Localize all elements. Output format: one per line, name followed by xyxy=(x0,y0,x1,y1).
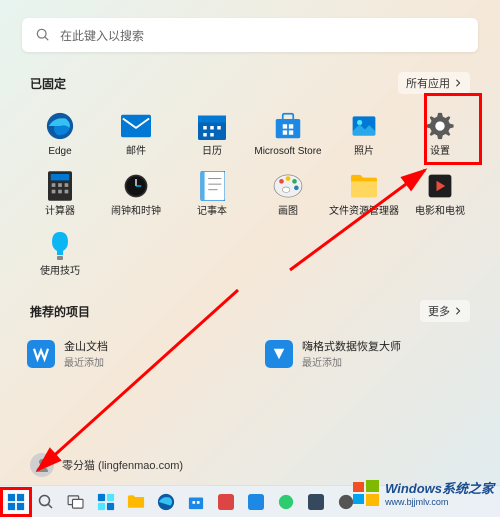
app-store[interactable]: Microsoft Store xyxy=(250,106,326,162)
mail-icon xyxy=(120,110,152,142)
calculator-icon xyxy=(44,170,76,202)
calendar-icon xyxy=(196,110,228,142)
taskbar-store[interactable] xyxy=(182,488,210,516)
taskbar-app2[interactable] xyxy=(242,488,270,516)
taskbar-taskview[interactable] xyxy=(62,488,90,516)
taskbar-app4[interactable] xyxy=(302,488,330,516)
movies-icon xyxy=(424,170,456,202)
taskbar-search[interactable] xyxy=(32,488,60,516)
recommended-item-2[interactable]: 嗨格式数据恢复大师 最近添加 xyxy=(260,334,478,373)
pinned-title: 已固定 xyxy=(30,75,66,92)
app-movies[interactable]: 电影和电视 xyxy=(402,166,478,222)
avatar-icon xyxy=(30,453,54,477)
app-calculator[interactable]: 计算器 xyxy=(22,166,98,222)
app-tips[interactable]: 使用技巧 xyxy=(22,226,98,282)
chevron-right-icon xyxy=(454,79,462,87)
recommended-title: 推荐的项目 xyxy=(30,303,90,320)
photos-icon xyxy=(348,110,380,142)
wps-doc-icon xyxy=(26,339,56,369)
all-apps-button[interactable]: 所有应用 xyxy=(398,72,470,94)
app-explorer[interactable]: 文件资源管理器 xyxy=(326,166,402,222)
app-clock[interactable]: 闹钟和时钟 xyxy=(98,166,174,222)
store-icon xyxy=(272,110,304,142)
watermark: Windows系统之家 www.bjjmlv.com xyxy=(353,478,494,507)
edge-icon xyxy=(44,110,76,142)
taskbar-explorer[interactable] xyxy=(122,488,150,516)
tips-icon xyxy=(44,230,76,262)
recommended-item-1[interactable]: 金山文档 最近添加 xyxy=(22,334,240,373)
settings-icon xyxy=(424,110,456,142)
taskbar-edge[interactable] xyxy=(152,488,180,516)
taskbar-app1[interactable] xyxy=(212,488,240,516)
folder-icon xyxy=(348,170,380,202)
user-account[interactable]: 零分猫 (lingfenmao.com) xyxy=(30,453,183,477)
chevron-right-icon xyxy=(454,307,462,315)
app-notepad[interactable]: 记事本 xyxy=(174,166,250,222)
windows-logo-icon xyxy=(353,480,379,506)
app-calendar[interactable]: 日历 xyxy=(174,106,250,162)
clock-icon xyxy=(120,170,152,202)
paint-icon xyxy=(272,170,304,202)
more-button[interactable]: 更多 xyxy=(420,300,470,322)
app-settings[interactable]: 设置 xyxy=(402,106,478,162)
app-edge[interactable]: Edge xyxy=(22,106,98,162)
notepad-icon xyxy=(196,170,228,202)
taskbar-app3[interactable] xyxy=(272,488,300,516)
search-placeholder: 在此键入以搜索 xyxy=(60,27,144,44)
search-icon xyxy=(36,28,50,42)
start-button[interactable] xyxy=(2,488,30,516)
taskbar-widgets[interactable] xyxy=(92,488,120,516)
app-mail[interactable]: 邮件 xyxy=(98,106,174,162)
recovery-icon xyxy=(264,339,294,369)
search-box[interactable]: 在此键入以搜索 xyxy=(22,18,478,52)
app-paint[interactable]: 画图 xyxy=(250,166,326,222)
app-photos[interactable]: 照片 xyxy=(326,106,402,162)
